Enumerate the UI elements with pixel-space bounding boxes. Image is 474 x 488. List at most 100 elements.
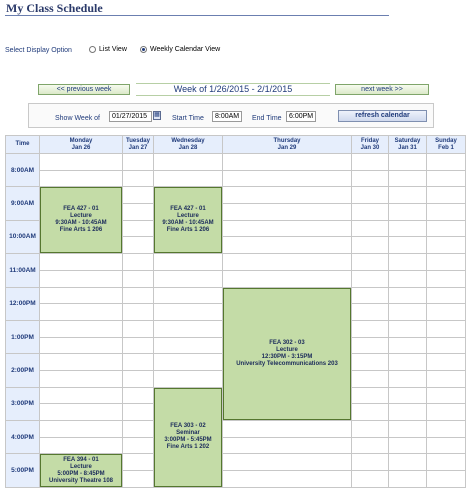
- empty-slot: [222, 470, 352, 488]
- day-name: Monday: [69, 137, 93, 144]
- empty-slot: [39, 386, 123, 405]
- empty-slot: [388, 169, 427, 188]
- page-title: My Class Schedule: [6, 1, 103, 15]
- refresh-calendar-button[interactable]: refresh calendar: [338, 110, 427, 122]
- time-slot-row: [6, 269, 466, 288]
- empty-slot: [39, 253, 123, 271]
- empty-slot: [426, 369, 466, 388]
- list-view-radio[interactable]: [89, 46, 96, 53]
- empty-slot: [153, 303, 223, 321]
- event-type: Lecture: [276, 346, 298, 353]
- empty-slot: [39, 319, 123, 338]
- weekly-calendar-view-label[interactable]: Weekly Calendar View: [150, 46, 220, 53]
- time-label: 12:00PM: [5, 286, 40, 321]
- empty-slot: [388, 420, 427, 438]
- event-room: Fine Arts 1 206: [59, 227, 103, 234]
- empty-slot: [153, 369, 223, 388]
- event-type: Seminar: [176, 430, 200, 437]
- empty-slot: [222, 186, 352, 205]
- empty-slot: [388, 470, 427, 488]
- next-week-button[interactable]: next week >>: [335, 84, 429, 95]
- empty-slot: [122, 186, 154, 205]
- empty-slot: [122, 286, 154, 305]
- event-type: Lecture: [177, 213, 199, 220]
- empty-slot: [122, 319, 154, 338]
- empty-slot: [426, 403, 466, 421]
- empty-slot: [153, 353, 223, 371]
- empty-slot: [39, 369, 123, 388]
- empty-slot: [388, 253, 427, 271]
- calendar-picker-icon[interactable]: ▦: [153, 111, 161, 120]
- empty-slot: [426, 169, 466, 188]
- empty-slot: [388, 436, 427, 455]
- empty-slot: [351, 386, 389, 405]
- time-slot-row: [6, 169, 466, 188]
- empty-slot: [122, 253, 154, 271]
- weekly-calendar-view-radio[interactable]: [140, 46, 147, 53]
- class-event-cell: FEA 427 - 01 Lecture 9:30AM - 10:45AM Fine …: [153, 186, 223, 255]
- start-time-input[interactable]: [212, 111, 242, 122]
- class-event[interactable]: FEA 394 - 01 Lecture 5:00PM - 8:45PM Univer…: [40, 454, 122, 487]
- day-name: Sunday: [435, 137, 457, 144]
- empty-slot: [388, 386, 427, 405]
- empty-slot: [426, 236, 466, 255]
- weekly-calendar-grid: Time Monday Jan 26 Tuesday Jan 27 Wednesday Ja…: [5, 135, 466, 488]
- event-time: 3:00PM - 5:45PM: [164, 437, 212, 444]
- empty-slot: [39, 269, 123, 288]
- empty-slot: [426, 153, 466, 171]
- empty-slot: [122, 420, 154, 438]
- class-event[interactable]: FEA 427 - 01 Lecture 9:30AM - 10:45AM Fine …: [154, 187, 222, 254]
- show-week-input[interactable]: [109, 111, 152, 122]
- empty-slot: [122, 436, 154, 455]
- class-event[interactable]: FEA 427 - 01 Lecture 9:30AM - 10:45AM Fine …: [40, 187, 122, 254]
- time-label: 9:00AM: [5, 186, 40, 221]
- time-label: 4:00PM: [5, 419, 40, 455]
- empty-slot: [426, 336, 466, 355]
- empty-slot: [426, 420, 466, 438]
- empty-slot: [351, 219, 389, 238]
- time-slot-row: 5:00PM FEA 394 - 01 Lecture 5:00PM - 8:45PM…: [5, 453, 466, 488]
- empty-slot: [388, 453, 427, 472]
- day-date: Jan 31: [398, 144, 417, 151]
- event-type: Lecture: [70, 213, 92, 220]
- time-slot-row: 12:00PM FEA 302 - 03 Lecture 12:30PM - 3:15…: [5, 286, 466, 421]
- empty-slot: [388, 236, 427, 255]
- time-label: 11:00AM: [5, 253, 40, 288]
- empty-slot: [426, 436, 466, 455]
- empty-slot: [153, 153, 223, 171]
- event-time: 9:30AM - 10:45AM: [55, 220, 107, 227]
- empty-slot: [122, 353, 154, 371]
- empty-slot: [122, 470, 154, 488]
- empty-slot: [222, 169, 352, 188]
- empty-slot: [39, 303, 123, 321]
- day-header-monday: Monday Jan 26: [39, 135, 123, 154]
- empty-slot: [426, 203, 466, 221]
- empty-slot: [351, 269, 389, 288]
- empty-slot: [351, 369, 389, 388]
- empty-slot: [426, 303, 466, 321]
- empty-slot: [426, 319, 466, 338]
- day-name: Thursday: [273, 137, 301, 144]
- empty-slot: [351, 153, 389, 171]
- day-date: Jan 27: [128, 144, 148, 151]
- empty-slot: [222, 436, 352, 455]
- empty-slot: [351, 169, 389, 188]
- empty-slot: [426, 453, 466, 472]
- time-column-header: Time: [5, 135, 40, 154]
- class-event[interactable]: FEA 303 - 02 Seminar 3:00PM - 5:45PM Fine A…: [154, 387, 222, 487]
- empty-slot: [388, 219, 427, 238]
- day-date: Jan 26: [71, 144, 91, 151]
- empty-slot: [426, 386, 466, 405]
- empty-slot: [388, 269, 427, 288]
- empty-slot: [222, 219, 352, 238]
- empty-slot: [39, 353, 123, 371]
- day-date: Jan 28: [178, 144, 198, 151]
- empty-slot: [388, 353, 427, 371]
- list-view-label[interactable]: List View: [99, 46, 127, 53]
- previous-week-button[interactable]: << previous week: [38, 84, 130, 95]
- class-event[interactable]: FEA 302 - 03 Lecture 12:30PM - 3:15PM Unive…: [223, 287, 351, 420]
- empty-slot: [426, 353, 466, 371]
- end-time-input[interactable]: [286, 111, 316, 122]
- empty-slot: [39, 169, 123, 188]
- event-type: Lecture: [70, 463, 92, 470]
